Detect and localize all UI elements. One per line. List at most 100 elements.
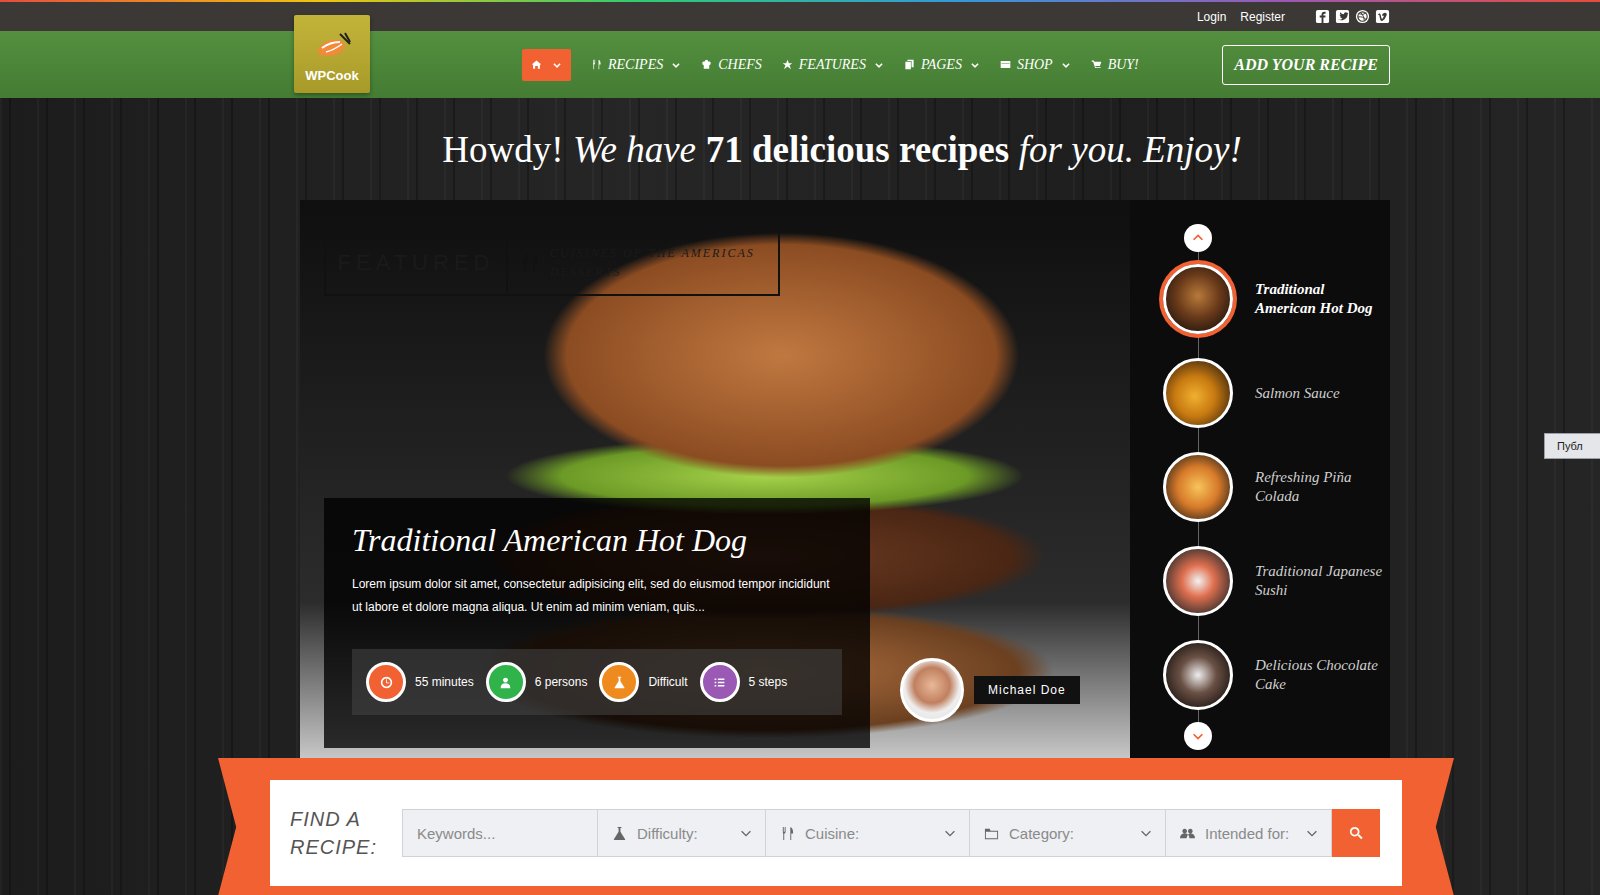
filter-select[interactable]: Cuisine: bbox=[766, 809, 970, 857]
recipe-stats: 55 minutes 6 persons Difficult 5 steps bbox=[352, 649, 842, 715]
nav-item[interactable]: RECIPES bbox=[591, 57, 681, 73]
cutlery-icon bbox=[591, 59, 602, 70]
featured-badge: FEATURED CUISINES OF THE AMERICAS DESSERTS bbox=[324, 229, 780, 296]
stat-badge bbox=[486, 662, 526, 702]
ribbon-tail bbox=[1402, 758, 1454, 895]
nav-label: FEATURES bbox=[799, 57, 866, 73]
author-name: Michael Doe bbox=[974, 676, 1080, 704]
slide-title: Delicious Chocolate Cake bbox=[1255, 656, 1385, 694]
recipe-author[interactable]: Michael Doe bbox=[900, 658, 1080, 722]
headline-segment: for you. Enjoy! bbox=[1019, 129, 1242, 170]
nav-label: SHOP bbox=[1017, 57, 1053, 73]
chevron-down-icon bbox=[1139, 826, 1153, 840]
slide-title: Salmon Sauce bbox=[1255, 384, 1385, 403]
nav-item[interactable]: FEATURES bbox=[782, 57, 884, 73]
nav-label: BUY! bbox=[1108, 57, 1139, 73]
search-button[interactable] bbox=[1332, 809, 1380, 857]
category-link[interactable]: DESSERTS bbox=[550, 265, 755, 280]
nav-label: PAGES bbox=[921, 57, 962, 73]
keywords-input[interactable]: Keywords... bbox=[402, 809, 598, 857]
nav-item[interactable]: PAGES bbox=[904, 57, 980, 73]
category-list: CUISINES OF THE AMERICAS DESSERTS bbox=[550, 246, 755, 280]
top-link[interactable]: Login bbox=[1197, 10, 1226, 24]
search-ribbon: FIND A RECIPE:Keywords... Difficulty: Cuis… bbox=[262, 758, 1410, 895]
filter-label: Cuisine: bbox=[805, 825, 933, 842]
chevron-down-icon bbox=[671, 60, 681, 70]
stat-value: 55 minutes bbox=[415, 675, 474, 689]
chevron-down-icon bbox=[943, 826, 957, 840]
slide-thumbnail bbox=[1163, 546, 1233, 616]
nav-item[interactable]: CHEFS bbox=[701, 57, 762, 73]
headline-row: Howdy!We have71 delicious recipesfor you… bbox=[294, 98, 1390, 200]
nav-label: RECIPES bbox=[608, 57, 663, 73]
search-icon bbox=[1349, 826, 1363, 840]
slide-item[interactable]: Delicious Chocolate Cake bbox=[1130, 628, 1390, 722]
vimeo-icon[interactable] bbox=[1375, 9, 1390, 24]
slide-up-button[interactable] bbox=[1184, 224, 1212, 252]
recipe-stat: 6 persons bbox=[486, 662, 588, 702]
person-icon bbox=[499, 676, 512, 689]
slide-item[interactable]: Refreshing Piña Colada bbox=[1130, 440, 1390, 534]
headline-segment: We have bbox=[573, 129, 696, 170]
filter-select[interactable]: Difficulty: bbox=[598, 809, 766, 857]
recipe-stat: 55 minutes bbox=[366, 662, 474, 702]
slide-down-button[interactable] bbox=[1184, 722, 1212, 750]
slide-thumbnail bbox=[1163, 640, 1233, 710]
category-link[interactable]: CUISINES OF THE AMERICAS bbox=[550, 246, 755, 261]
recipe-search: FIND A RECIPE:Keywords... Difficulty: Cuis… bbox=[0, 758, 1600, 895]
social-links bbox=[1315, 9, 1390, 24]
slide-item[interactable]: Salmon Sauce bbox=[1130, 346, 1390, 440]
top-bar: Login Register bbox=[0, 2, 1600, 31]
top-link[interactable]: Register bbox=[1240, 10, 1285, 24]
slide-item[interactable]: Traditional Japanese Sushi bbox=[1130, 534, 1390, 628]
stat-badge bbox=[366, 662, 406, 702]
chevron-down-icon bbox=[1191, 729, 1205, 743]
slide-thumbnail bbox=[1163, 358, 1233, 428]
stat-value: Difficult bbox=[648, 675, 687, 689]
slide-thumbnail bbox=[1163, 264, 1233, 334]
side-tab[interactable]: Публ bbox=[1544, 433, 1600, 459]
slide-title: Traditional Japanese Sushi bbox=[1255, 562, 1385, 600]
ribbon-tail bbox=[218, 758, 270, 895]
slide-down-row bbox=[1130, 722, 1390, 750]
recipe-card: Traditional American Hot Dog Lorem ipsum … bbox=[324, 498, 870, 748]
main-nav: WPCookRECIPESCHEFSFEATURESPAGESSHOPBUY!A… bbox=[0, 31, 1600, 98]
flask-icon bbox=[613, 676, 626, 689]
stat-value: 5 steps bbox=[749, 675, 788, 689]
author-avatar bbox=[900, 658, 964, 722]
nav-item[interactable]: BUY! bbox=[1091, 57, 1139, 73]
sushi-logo-icon bbox=[312, 32, 352, 62]
chevron-down-icon bbox=[552, 60, 562, 70]
search-label: FIND A RECIPE: bbox=[290, 805, 402, 861]
logo[interactable]: WPCook bbox=[294, 15, 370, 93]
clock-icon bbox=[380, 676, 393, 689]
hat-icon bbox=[701, 59, 712, 70]
featured-photo[interactable]: FEATURED CUISINES OF THE AMERICAS DESSERTS… bbox=[300, 200, 1130, 775]
nav-item[interactable] bbox=[522, 49, 571, 81]
featured-label: FEATURED bbox=[326, 231, 508, 294]
featured-slider: FEATURED CUISINES OF THE AMERICAS DESSERTS… bbox=[300, 200, 1390, 775]
page: Login Register WPCook RECIPES CHEFS FEATURES P… bbox=[0, 0, 1600, 895]
filter-select[interactable]: Category: bbox=[970, 809, 1166, 857]
nav-item[interactable]: SHOP bbox=[1000, 57, 1071, 73]
cutlery-icon bbox=[520, 253, 540, 273]
filter-label: Category: bbox=[1009, 825, 1129, 842]
folder-icon bbox=[984, 826, 999, 841]
recipe-title[interactable]: Traditional American Hot Dog bbox=[352, 522, 842, 559]
star-icon bbox=[782, 59, 793, 70]
filter-select[interactable]: Intended for: bbox=[1166, 809, 1332, 857]
add-recipe-button[interactable]: ADD YOUR RECIPE bbox=[1222, 45, 1390, 85]
facebook-icon[interactable] bbox=[1315, 9, 1330, 24]
slide-thumbnail bbox=[1163, 452, 1233, 522]
twitter-icon[interactable] bbox=[1335, 9, 1350, 24]
filter-label: Intended for: bbox=[1205, 825, 1295, 842]
dribbble-icon[interactable] bbox=[1355, 9, 1370, 24]
slide-list: Traditional American Hot Dog Salmon Sauce… bbox=[1130, 200, 1390, 775]
recipe-excerpt: Lorem ipsum dolor sit amet, consectetur … bbox=[352, 573, 842, 619]
filter-label: Difficulty: bbox=[637, 825, 729, 842]
slide-title: Refreshing Piña Colada bbox=[1255, 468, 1385, 506]
chevron-down-icon bbox=[970, 60, 980, 70]
chevron-down-icon bbox=[1061, 60, 1071, 70]
slide-item[interactable]: Traditional American Hot Dog bbox=[1130, 252, 1390, 346]
slide-title: Traditional American Hot Dog bbox=[1255, 280, 1385, 318]
